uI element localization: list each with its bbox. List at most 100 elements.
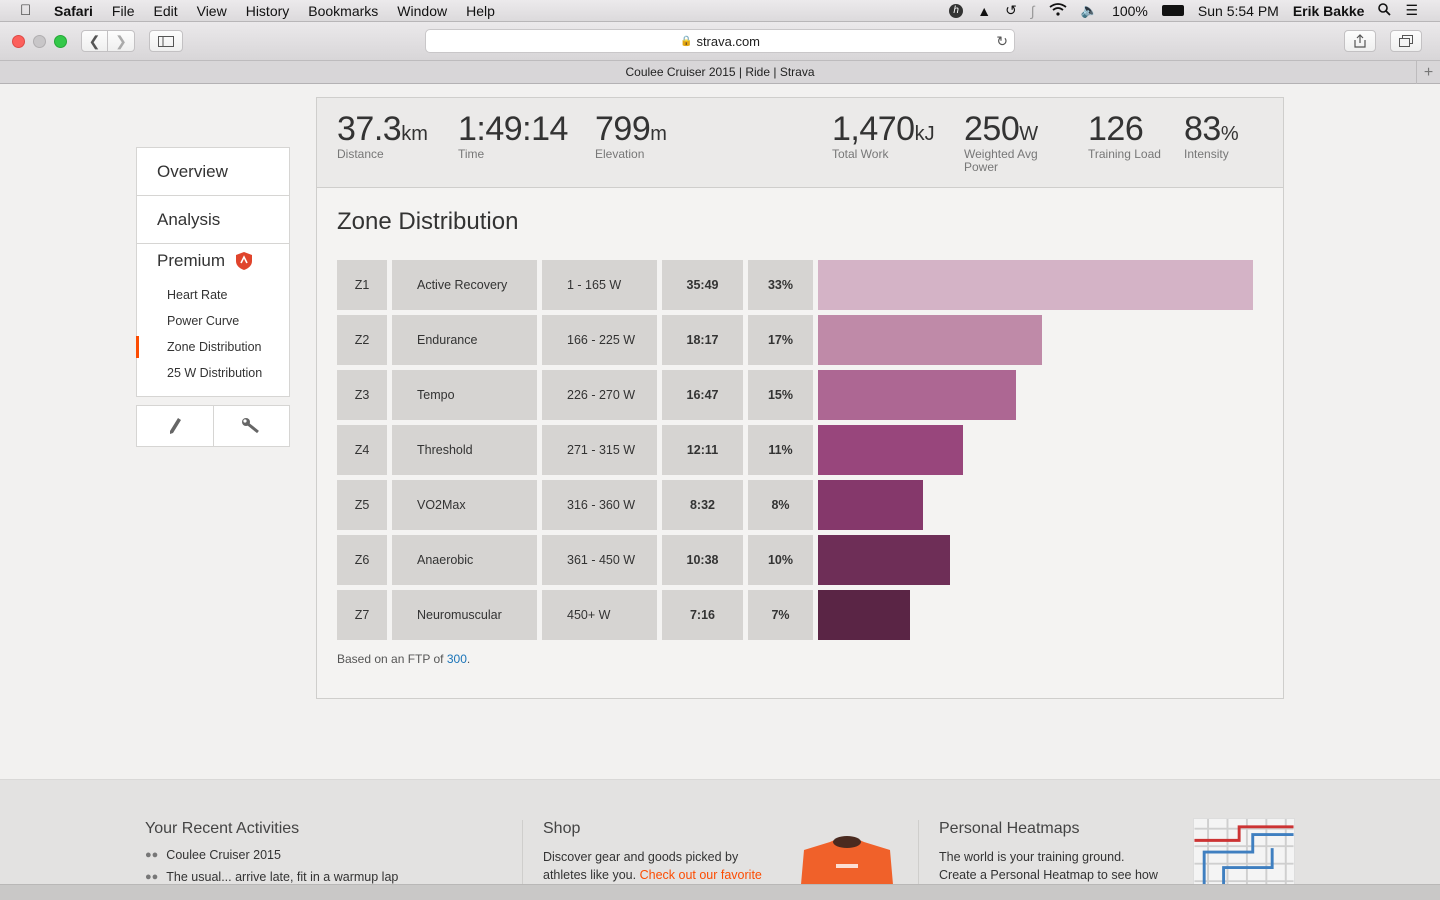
recent-activity-name: Coulee Cruiser 2015 [166,848,281,862]
shop-line-2: athletes like you. Check out our favorit… [543,866,762,884]
menu-safari[interactable]: Safari [54,3,93,19]
close-window-button[interactable] [12,34,25,48]
recent-activities: Your Recent Activities ●● Coulee Cruiser… [145,820,398,884]
sidebar-toggle-button[interactable] [149,30,183,52]
zone-range: 316 - 360 W [542,480,657,530]
chevron-right-icon: ❯ [115,32,127,49]
drive-icon[interactable]: ▲ [977,3,991,19]
pencil-icon [169,418,181,434]
nav-power-curve[interactable]: Power Curve [137,308,289,334]
battery-percent[interactable]: 100% [1112,3,1148,19]
zone-range: 1 - 165 W [542,260,657,310]
fullscreen-window-button[interactable] [54,34,67,48]
user-menu[interactable]: Erik Bakke [1293,3,1365,19]
zone-bar [818,425,963,475]
stat-distance: 37.3km Distance [337,110,428,161]
tab-title[interactable]: Coulee Cruiser 2015 | Ride | Strava [626,65,815,79]
share-button[interactable] [1344,30,1376,52]
shop-promo: Shop Discover gear and goods picked by a… [543,820,762,884]
battery-icon[interactable] [1161,5,1184,16]
volume-icon[interactable]: 🔈 [1081,2,1098,19]
spotlight-icon[interactable] [1378,2,1392,19]
address-bar[interactable]: 🔒 strava.com ↻ [425,29,1015,53]
zone-percent: 7% [748,590,813,640]
notification-center-icon[interactable]: ☰ [1405,2,1418,19]
forward-button[interactable]: ❯ [108,30,135,52]
ftp-value-link[interactable]: 300 [447,652,467,666]
stat-elevation-unit: m [650,123,667,145]
zone-bar [818,480,923,530]
menu-window[interactable]: Window [397,3,447,19]
bluetooth-icon[interactable]: ∫ [1031,3,1035,19]
recent-activity-item[interactable]: ●● The usual... arrive late, fit in a wa… [145,870,398,884]
zone-distribution-title: Zone Distribution [337,208,519,235]
zone-id: Z5 [337,480,387,530]
menu-history[interactable]: History [246,3,290,19]
stat-load-value: 126 [1088,110,1144,148]
zone-time: 8:32 [662,480,743,530]
menu-bar:  Safari File Edit View History Bookmark… [0,0,1440,22]
zone-percent: 15% [748,370,813,420]
stat-power-value: 250 [964,110,1020,148]
stat-work-label: Total Work [832,147,889,161]
stat-training-load: 126 Training Load [1088,110,1161,161]
nav-analysis[interactable]: Analysis [137,196,289,244]
zone-time: 18:17 [662,315,743,365]
zone-bar [818,370,1016,420]
stat-distance-value: 37.3 [337,110,402,148]
heatmap-image [1193,818,1295,884]
tabs-icon [1399,35,1413,47]
zone-time: 7:16 [662,590,743,640]
menu-bookmarks[interactable]: Bookmarks [308,3,378,19]
stat-power-unit: W [1019,123,1039,145]
footer-divider [522,820,523,884]
status-area: h ▲ ↺ ∫ 🔈 100% Sun 5:54 PM Erik Bakke ☰ [949,2,1440,19]
zone-percent: 33% [748,260,813,310]
stat-elevation-value: 799 [595,110,651,148]
zone-name: Anaerobic [392,535,537,585]
recent-activity-item[interactable]: ●● Coulee Cruiser 2015 [145,848,398,862]
stat-work-value: 1,470 [832,110,915,148]
stat-load-label: Training Load [1088,147,1161,161]
new-tab-button[interactable]: + [1416,61,1440,84]
zone-id: Z4 [337,425,387,475]
back-button[interactable]: ❮ [81,30,108,52]
nav-zone-distribution[interactable]: Zone Distribution [136,334,289,360]
zone-id: Z6 [337,535,387,585]
apple-menu-icon[interactable]:  [20,2,38,19]
nav-premium[interactable]: Premium [137,251,289,270]
ftp-note-prefix: Based on an FTP of [337,652,444,666]
tab-overview-button[interactable] [1390,30,1422,52]
clock[interactable]: Sun 5:54 PM [1198,3,1279,19]
nav-overview[interactable]: Overview [137,148,289,196]
time-machine-icon[interactable]: ↺ [1005,2,1017,19]
browser-toolbar: ❮ ❯ 🔒 strava.com ↻ [0,22,1440,60]
zone-percent: 11% [748,425,813,475]
reload-icon[interactable]: ↻ [996,33,1008,50]
wifi-icon[interactable] [1049,2,1067,19]
actions-button[interactable] [214,406,290,446]
zone-percent: 8% [748,480,813,530]
menu-help[interactable]: Help [466,3,495,19]
zone-time: 10:38 [662,535,743,585]
stat-intensity-value: 83 [1184,110,1221,148]
zone-time: 35:49 [662,260,743,310]
heatmaps-line-1: The world is your training ground. [939,850,1125,864]
shop-favorites-link[interactable]: Check out our favorite [640,868,762,882]
menu-view[interactable]: View [197,3,227,19]
stat-total-work: 1,470kJ Total Work [832,110,935,161]
stat-intensity: 83% Intensity [1184,110,1239,161]
hazel-icon[interactable]: h [949,3,964,18]
menu-edit[interactable]: Edit [153,3,177,19]
menu-file[interactable]: File [112,3,135,19]
stat-weighted-power: 250W Weighted Avg Power [964,110,1038,174]
zone-percent: 17% [748,315,813,365]
nav-heart-rate[interactable]: Heart Rate [137,282,289,308]
bike-icon: ●● [145,849,159,861]
zone-name: VO2Max [392,480,537,530]
minimize-window-button[interactable] [33,34,46,48]
nav-25w-distribution[interactable]: 25 W Distribution [137,360,289,386]
jersey-image [801,836,893,884]
edit-button[interactable] [137,406,214,446]
zone-time: 16:47 [662,370,743,420]
